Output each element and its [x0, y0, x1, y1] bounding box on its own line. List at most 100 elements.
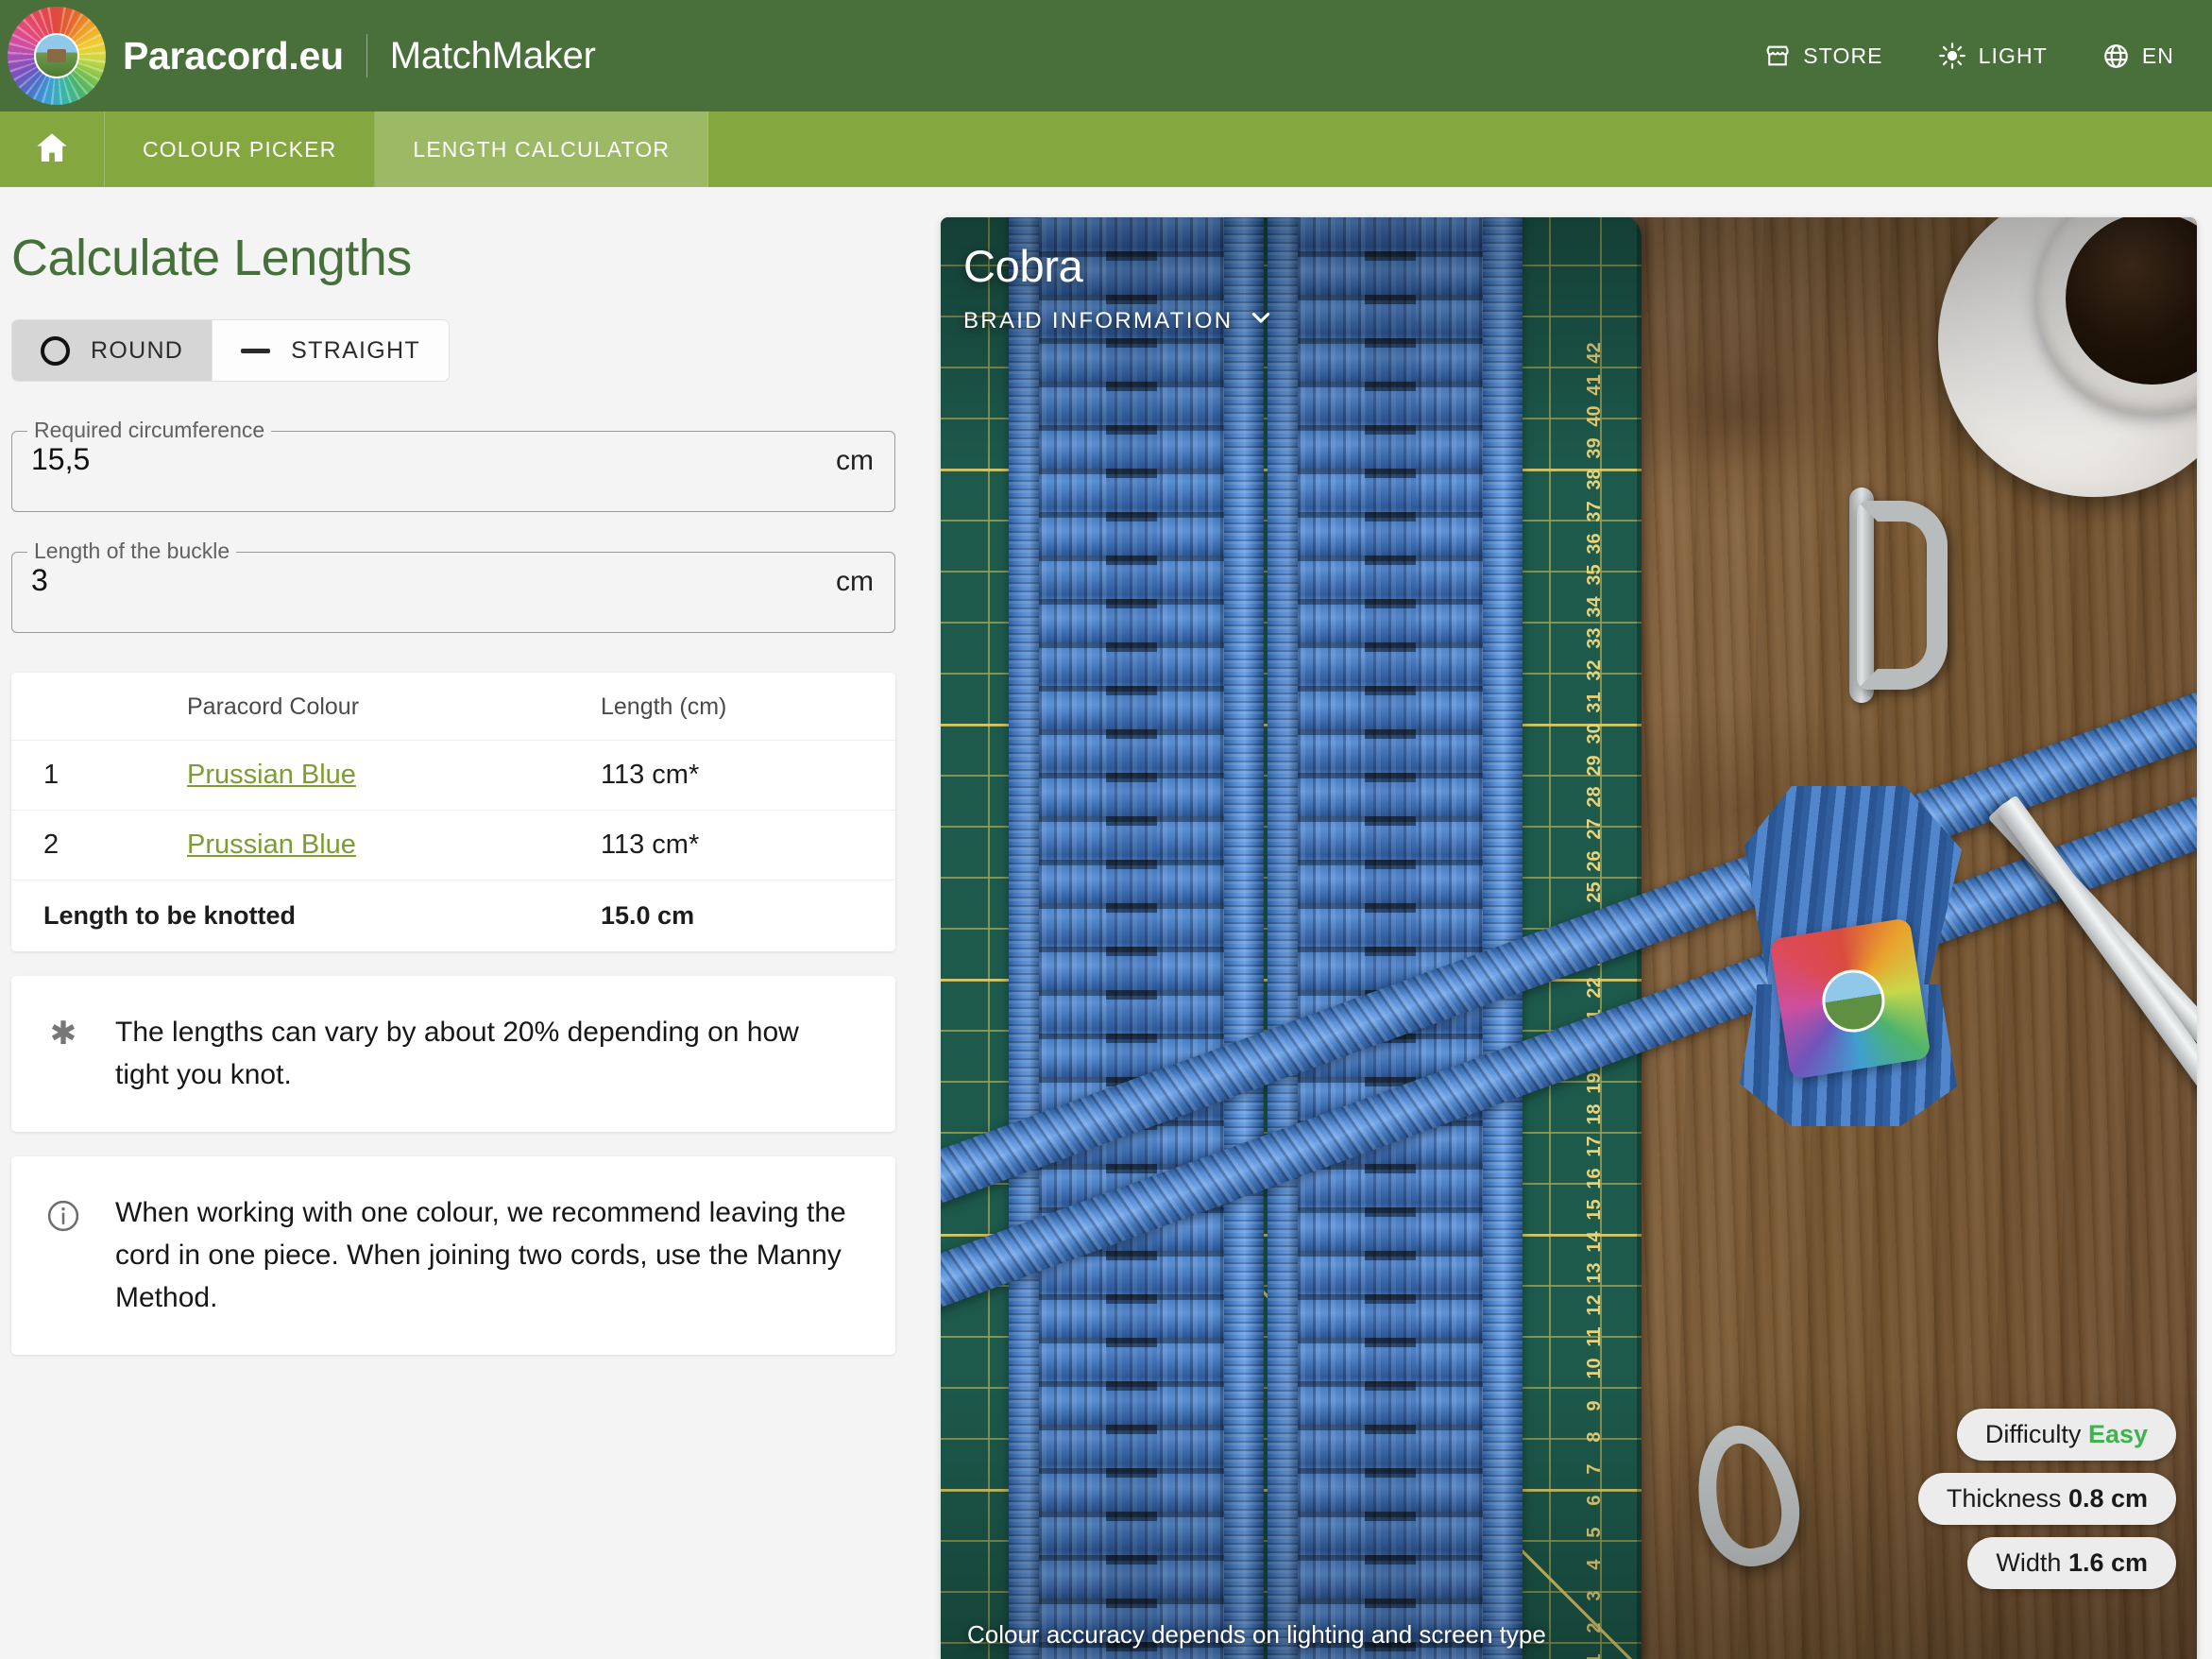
braid-spec-badges: Difficulty Easy Thickness 0.8 cm Width 1… [1917, 1409, 2176, 1589]
total-value: 15.0 cm [601, 901, 695, 930]
ruler-tick: 41 [1584, 374, 1606, 396]
cobra-braid-strand-2 [1298, 217, 1483, 1659]
ruler-tick: 12 [1584, 1294, 1606, 1316]
row-colour-cell: Prussian Blue [187, 810, 601, 881]
shape-option-round-label: ROUND [91, 336, 184, 364]
page-title: Calculate Lengths [11, 230, 412, 286]
note-variance: ✱ The lengths can vary by about 20% depe… [11, 976, 895, 1133]
thickness-label: Thickness [1946, 1484, 2062, 1513]
language-button[interactable]: EN [2102, 43, 2174, 70]
shape-option-straight-label: STRAIGHT [291, 336, 420, 364]
ruler-tick: 30 [1584, 723, 1606, 744]
ruler-tick: 27 [1584, 818, 1606, 840]
ruler-tick: 42 [1584, 342, 1606, 364]
coffee-liquid [2066, 217, 2197, 385]
sun-icon [1938, 42, 1966, 70]
ruler-tick: 13 [1584, 1262, 1606, 1284]
difficulty-label: Difficulty [1984, 1420, 2082, 1448]
thickness-value: 0.8 cm [2067, 1484, 2148, 1513]
braid-name: Cobra [963, 241, 1083, 291]
buckle-length-input[interactable] [31, 563, 836, 598]
circumference-input[interactable] [31, 442, 836, 477]
ruler-tick: 33 [1584, 627, 1606, 649]
buckle-length-label: Length of the buckle [27, 539, 237, 564]
ruler-tick: 40 [1584, 405, 1606, 427]
ruler-tick: 28 [1584, 786, 1606, 808]
width-label: Width [1996, 1548, 2062, 1577]
ruler-tick: 5 [1584, 1527, 1606, 1538]
header-actions: STORE LIGHT EN [1764, 42, 2212, 70]
line-icon [241, 348, 271, 353]
row-colour-cell: Prussian Blue [187, 740, 601, 811]
width-value: 1.6 cm [2067, 1548, 2148, 1577]
ruler-tick: 3 [1584, 1590, 1606, 1601]
info-icon [43, 1192, 83, 1234]
circle-icon [41, 335, 70, 366]
status-badge-thickness: Thickness 0.8 cm [1917, 1473, 2176, 1525]
ruler-tick: 11 [1584, 1326, 1606, 1348]
tab-length-calculator[interactable]: LENGTH CALCULATOR [375, 111, 709, 187]
store-button[interactable]: STORE [1764, 43, 1882, 69]
cord-loop-left-inner [1224, 217, 1264, 1659]
store-label: STORE [1803, 43, 1883, 68]
ruler-tick: 4 [1584, 1559, 1606, 1570]
ruler-tick: 9 [1584, 1400, 1606, 1411]
col-colour-header: Paracord Colour [187, 673, 601, 741]
theme-label: LIGHT [1978, 43, 2048, 68]
main-content: Calculate Lengths ROUND STRAIGHT Require… [0, 187, 2212, 1659]
photo-caption: Colour accuracy depends on lighting and … [967, 1620, 1546, 1649]
logo-photo-inset [34, 33, 79, 78]
theme-toggle-button[interactable]: LIGHT [1938, 42, 2048, 70]
shape-option-round[interactable]: ROUND [12, 320, 213, 381]
ruler-tick: 2 [1584, 1622, 1606, 1633]
main-tabbar: COLOUR PICKER LENGTH CALCULATOR [0, 111, 2212, 187]
colour-link[interactable]: Prussian Blue [187, 830, 356, 860]
status-badge-difficulty: Difficulty Easy [1956, 1409, 2176, 1461]
ruler-tick: 7 [1584, 1463, 1606, 1475]
paracord-hank-label [1769, 917, 1931, 1080]
note-info: When working with one colour, we recomme… [11, 1156, 895, 1356]
row-length: 113 cm* [601, 740, 895, 811]
ruler-tick: 10 [1584, 1358, 1606, 1379]
brand-divider [366, 34, 367, 77]
ruler-tick: 39 [1584, 437, 1606, 459]
row-index: 2 [11, 810, 187, 881]
ruler-tick: 35 [1584, 564, 1606, 586]
home-icon [33, 128, 71, 171]
col-length-header: Length (cm) [601, 673, 895, 741]
shape-toggle-group: ROUND STRAIGHT [11, 319, 450, 382]
coffee-cup [2036, 217, 2197, 414]
note-variance-text: The lengths can vary by about 20% depend… [115, 1017, 799, 1090]
total-label: Length to be knotted [43, 901, 296, 930]
ruler-tick: 32 [1584, 659, 1606, 681]
circumference-field[interactable]: Required circumference cm [11, 418, 895, 512]
ruler-tick: 1 [1579, 1633, 1611, 1659]
d-shackle [1857, 501, 1948, 690]
row-length: 113 cm* [601, 810, 895, 881]
results-table-body: 1 Prussian Blue 113 cm* 2 Prussian Blue … [11, 740, 895, 952]
results-table: Paracord Colour Length (cm) 1 Prussian B… [11, 673, 895, 951]
home-tab[interactable] [0, 111, 105, 187]
paracord-logo[interactable] [8, 7, 106, 105]
buckle-length-unit: cm [836, 566, 874, 597]
ruler-tick: 8 [1584, 1431, 1606, 1443]
buckle-length-field[interactable]: Length of the buckle cm [11, 539, 895, 633]
table-row: 1 Prussian Blue 113 cm* [11, 740, 895, 811]
circumference-label: Required circumference [27, 418, 272, 443]
app-name: MatchMaker [389, 34, 596, 77]
note-info-text: When working with one colour, we recomme… [115, 1197, 846, 1313]
ruler-tick: 31 [1584, 691, 1606, 713]
braid-information-button[interactable]: BRAID INFORMATION [963, 304, 1274, 337]
braid-preview-panel: 1234567891011121314151617181920212223242… [941, 217, 2197, 1659]
shape-option-straight[interactable]: STRAIGHT [213, 320, 449, 381]
ruler-tick: 18 [1584, 1103, 1606, 1125]
app-header: Paracord.eu MatchMaker STORE LIGHT EN [0, 0, 2212, 111]
colour-link[interactable]: Prussian Blue [187, 760, 356, 790]
language-label: EN [2141, 43, 2174, 68]
ruler-tick: 25 [1584, 881, 1606, 903]
results-header-row: Paracord Colour Length (cm) [11, 673, 895, 741]
status-badge-width: Width 1.6 cm [1967, 1537, 2176, 1589]
circumference-unit: cm [836, 445, 874, 476]
results-table-head: Paracord Colour Length (cm) [11, 673, 895, 741]
tab-colour-picker[interactable]: COLOUR PICKER [105, 111, 376, 187]
